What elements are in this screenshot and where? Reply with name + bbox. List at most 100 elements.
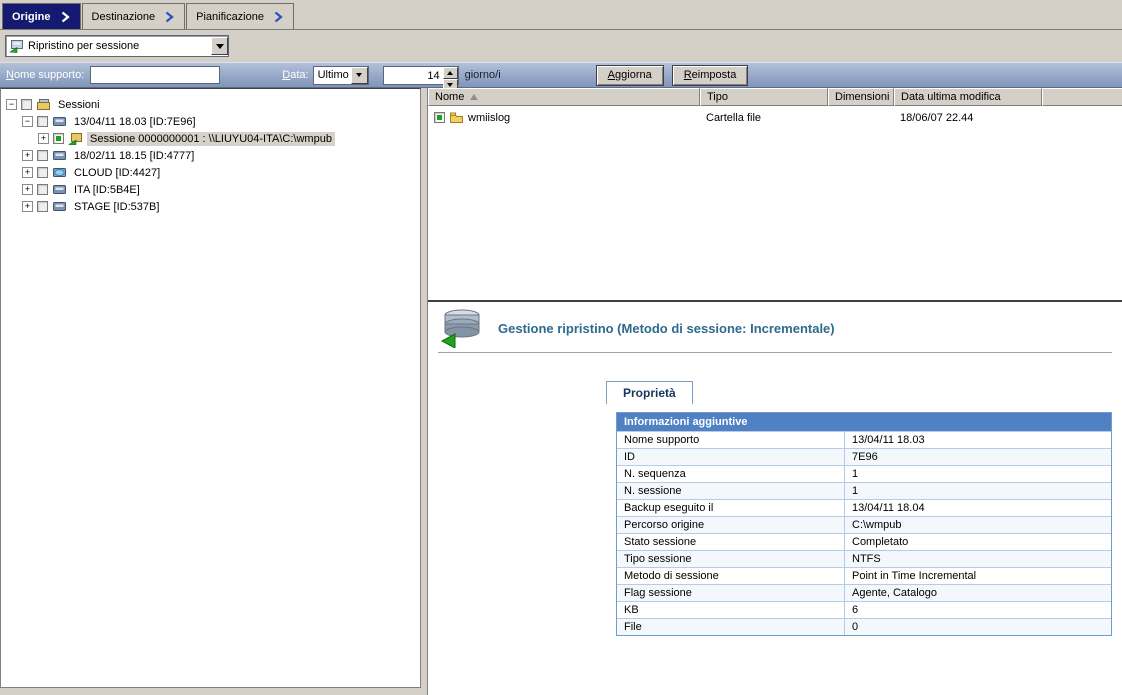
tree-item-label[interactable]: STAGE [ID:537B]	[71, 200, 162, 214]
expand-toggle[interactable]: +	[22, 167, 33, 178]
tape-icon	[52, 183, 67, 196]
column-header-nome[interactable]: Nome	[428, 88, 700, 106]
main-area: − Sessioni − 13/04/11 18.03 [ID:7E96] + Sessi…	[0, 88, 1122, 695]
media-name-input[interactable]	[90, 66, 220, 84]
info-row: File0	[617, 618, 1111, 635]
info-table-title: Informazioni aggiuntive	[617, 413, 1111, 431]
tree-checkbox[interactable]	[37, 184, 48, 195]
info-label: Stato sessione	[617, 534, 845, 550]
tree-item-label[interactable]: Sessioni	[55, 98, 103, 112]
tab-bar: Origine Destinazione Pianificazione	[0, 0, 1122, 30]
expand-toggle[interactable]: +	[38, 133, 49, 144]
tree-item: + STAGE [ID:537B]	[1, 198, 420, 215]
info-label: Nome supporto	[617, 432, 845, 448]
column-header-dimensioni[interactable]: Dimensioni	[828, 88, 894, 106]
days-spinner[interactable]: 14	[383, 66, 459, 85]
info-value: 1	[845, 483, 1111, 499]
expand-toggle[interactable]: +	[22, 150, 33, 161]
date-label: Data:	[282, 69, 308, 81]
date-mode-select[interactable]: Ultimo	[313, 66, 369, 85]
file-checkbox[interactable]	[434, 112, 445, 123]
file-list-header: Nome Tipo Dimensioni Data ultima modifica	[428, 88, 1122, 106]
disk-restore-icon	[438, 308, 484, 348]
days-value: 14	[384, 67, 443, 84]
folder-icon	[449, 111, 464, 124]
collapse-toggle[interactable]: −	[22, 116, 33, 127]
reset-button[interactable]: Reimposta	[672, 65, 749, 86]
tree-checkbox[interactable]	[37, 167, 48, 178]
tree-item: + ITA [ID:5B4E]	[1, 181, 420, 198]
tree-item-label[interactable]: Sessione 0000000001 : \\LIUYU04-ITA\C:\w…	[87, 132, 335, 146]
days-unit-label: giorno/i	[465, 69, 501, 81]
info-value: Agente, Catalogo	[845, 585, 1111, 601]
restore-icon	[9, 39, 24, 53]
collapse-toggle[interactable]: −	[6, 99, 17, 110]
tab-pianificazione[interactable]: Pianificazione	[186, 3, 294, 29]
tree-item-label[interactable]: 18/02/11 18.15 [ID:4777]	[71, 149, 197, 163]
info-label: N. sequenza	[617, 466, 845, 482]
column-header-data[interactable]: Data ultima modifica	[894, 88, 1042, 106]
info-label: Metodo di sessione	[617, 568, 845, 584]
tab-label: Pianificazione	[196, 11, 264, 23]
info-value: 6	[845, 602, 1111, 618]
sort-asc-icon	[470, 94, 478, 100]
tree-item: − 13/04/11 18.03 [ID:7E96]	[1, 113, 420, 130]
column-header-tipo[interactable]: Tipo	[700, 88, 828, 106]
tab-label: Origine	[12, 11, 51, 23]
info-row: Metodo di sessionePoint in Time Incremen…	[617, 567, 1111, 584]
info-label: Backup eseguito il	[617, 500, 845, 516]
tree-checkbox[interactable]	[37, 150, 48, 161]
column-header-label: Tipo	[707, 91, 728, 103]
chevron-up-icon	[447, 68, 453, 75]
column-header-filler	[1042, 88, 1122, 106]
info-value: 13/04/11 18.04	[845, 500, 1111, 516]
tree-checkbox[interactable]	[37, 201, 48, 212]
info-table-body: Nome supporto13/04/11 18.03ID7E96N. sequ…	[617, 431, 1111, 635]
info-value: 13/04/11 18.03	[845, 432, 1111, 448]
info-value: Completato	[845, 534, 1111, 550]
column-header-label: Data ultima modifica	[901, 91, 1001, 103]
details-panel: Gestione ripristino (Metodo di sessione:…	[428, 302, 1122, 695]
file-row[interactable]: wmiislogCartella file18/06/07 22.44	[428, 109, 1122, 126]
chevron-down-icon	[216, 44, 224, 53]
tree-checkbox[interactable]	[21, 99, 32, 110]
update-button[interactable]: Aggiorna	[596, 65, 664, 86]
filter-toolbar: Nome supporto: Data: Ultimo 14 giorno/i …	[0, 62, 1122, 88]
restore-type-combobox[interactable]: Ripristino per sessione	[5, 35, 229, 57]
info-label: ID	[617, 449, 845, 465]
expand-toggle[interactable]: +	[22, 201, 33, 212]
info-row: N. sequenza1	[617, 465, 1111, 482]
file-name: wmiislog	[468, 112, 510, 124]
divider	[438, 352, 1112, 353]
info-label: KB	[617, 602, 845, 618]
chevron-down-icon	[356, 73, 362, 80]
tree-checkbox[interactable]	[37, 116, 48, 127]
tree-item-label[interactable]: ITA [ID:5B4E]	[71, 183, 143, 197]
restore-type-row: Ripristino per sessione	[0, 30, 1122, 62]
spinner-up-button[interactable]	[443, 67, 458, 79]
info-row: Stato sessioneCompletato	[617, 533, 1111, 550]
info-row: Tipo sessioneNTFS	[617, 550, 1111, 567]
date-select-dropdown-button[interactable]	[351, 67, 368, 84]
info-label: Percorso origine	[617, 517, 845, 533]
tree-checkbox[interactable]	[53, 133, 64, 144]
combobox-dropdown-button[interactable]	[211, 37, 228, 55]
tree-item-label[interactable]: CLOUD [ID:4427]	[71, 166, 163, 180]
session-tree: − Sessioni − 13/04/11 18.03 [ID:7E96] + Sessi…	[0, 88, 421, 688]
file-list-body: wmiislogCartella file18/06/07 22.44	[428, 106, 1122, 300]
expand-toggle[interactable]: +	[22, 184, 33, 195]
tab-origine[interactable]: Origine	[2, 3, 81, 29]
info-value: 1	[845, 466, 1111, 482]
info-row: Percorso origineC:\wmpub	[617, 516, 1111, 533]
tab-destinazione[interactable]: Destinazione	[82, 3, 186, 29]
file-list: Nome Tipo Dimensioni Data ultima modifica w…	[428, 88, 1122, 302]
tab-properties[interactable]: Proprietà	[606, 381, 693, 404]
tape-icon	[52, 200, 67, 213]
chevron-right-icon	[163, 11, 175, 23]
right-panel: Nome Tipo Dimensioni Data ultima modifica w…	[427, 88, 1122, 695]
info-value: 7E96	[845, 449, 1111, 465]
info-row: KB6	[617, 601, 1111, 618]
tree-item-label[interactable]: 13/04/11 18.03 [ID:7E96]	[71, 115, 199, 129]
tree-item: − Sessioni	[1, 96, 420, 113]
session-icon	[68, 132, 83, 145]
